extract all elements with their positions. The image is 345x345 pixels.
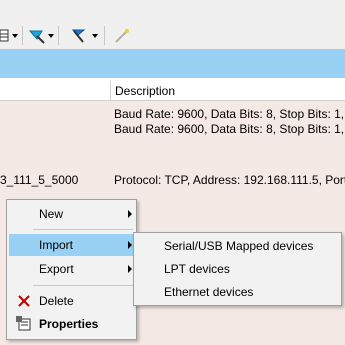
connect-dropdown-caret[interactable] — [48, 34, 54, 38]
toolbar-separator — [58, 26, 59, 45]
submenu-item-lpt-label: LPT devices — [164, 262, 230, 276]
grid-view-icon — [0, 29, 9, 42]
magic-wand-button[interactable] — [113, 27, 131, 44]
flag-icon — [71, 29, 86, 43]
menu-item-delete[interactable]: Delete — [9, 290, 134, 312]
submenu-item-ethernet[interactable]: Ethernet devices — [136, 281, 339, 303]
selection-band — [0, 49, 345, 78]
context-menu: New Import Export Delete Properties — [6, 199, 137, 340]
table-row-2-description[interactable]: Baud Rate: 9600, Data Bits: 8, Stop Bits… — [114, 122, 345, 136]
submenu-arrow-icon — [128, 265, 132, 273]
toolbar-separator — [104, 26, 105, 45]
submenu-arrow-icon — [128, 241, 132, 249]
menu-item-new[interactable]: New — [9, 203, 134, 225]
column-divider[interactable] — [110, 81, 111, 101]
menu-item-export-label: Export — [39, 262, 74, 276]
table-row-3-name[interactable]: 3_111_5_5000 — [0, 173, 78, 187]
menu-item-import[interactable]: Import — [9, 234, 134, 256]
column-header-description[interactable]: Description — [115, 84, 175, 98]
properties-icon — [16, 316, 31, 331]
connect-button[interactable] — [28, 27, 46, 44]
menu-item-properties-label: Properties — [39, 317, 99, 331]
menu-item-export[interactable]: Export — [9, 258, 134, 280]
submenu-item-lpt[interactable]: LPT devices — [136, 258, 339, 280]
table-row-3-description[interactable]: Protocol: TCP, Address: 192.168.111.5, P… — [114, 173, 345, 187]
connect-icon — [28, 30, 45, 44]
magic-wand-icon — [115, 29, 129, 43]
column-header-row: Description — [0, 81, 345, 101]
flag-button[interactable] — [70, 27, 88, 44]
submenu-item-serial-usb[interactable]: Serial/USB Mapped devices — [136, 235, 339, 257]
menu-separator — [33, 285, 133, 286]
import-submenu: Serial/USB Mapped devices LPT devices Et… — [133, 232, 342, 306]
menu-separator — [33, 229, 133, 230]
menu-item-import-label: Import — [39, 238, 74, 252]
grid-view-dropdown-caret[interactable] — [12, 34, 18, 38]
grid-view-button[interactable] — [0, 27, 10, 44]
toolbar — [0, 0, 345, 49]
toolbar-separator — [22, 26, 23, 45]
table-row-1-description[interactable]: Baud Rate: 9600, Data Bits: 8, Stop Bits… — [114, 107, 345, 121]
menu-item-delete-label: Delete — [39, 294, 74, 308]
submenu-item-serial-usb-label: Serial/USB Mapped devices — [164, 239, 314, 253]
menu-item-new-label: New — [39, 207, 64, 221]
menu-item-properties[interactable]: Properties — [9, 313, 134, 335]
submenu-item-ethernet-label: Ethernet devices — [164, 285, 254, 299]
flag-dropdown-caret[interactable] — [92, 34, 98, 38]
submenu-arrow-icon — [128, 210, 132, 218]
delete-icon — [18, 295, 30, 307]
